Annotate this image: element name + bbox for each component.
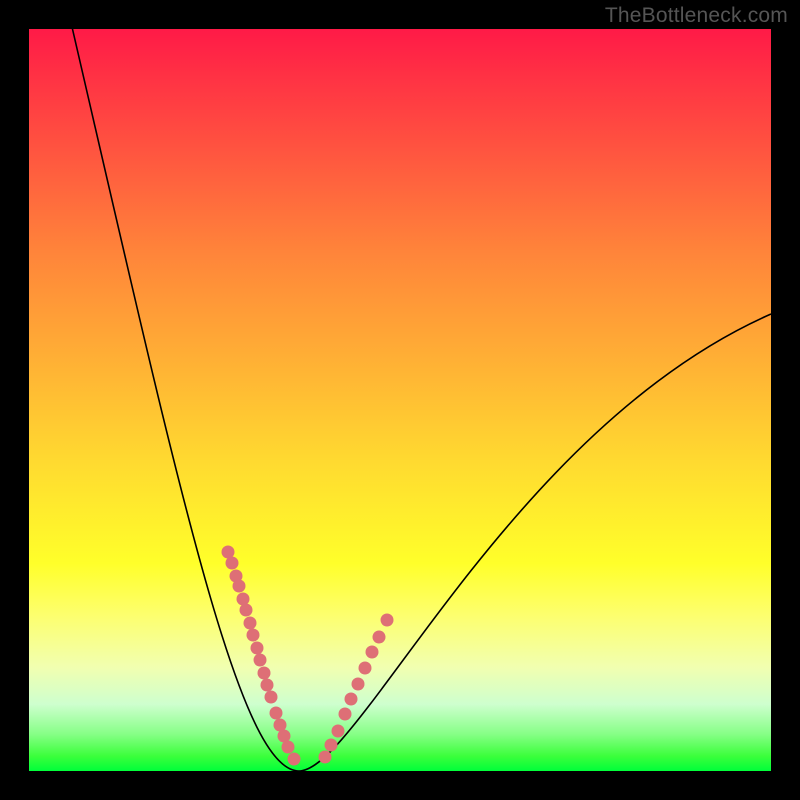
curve-marker xyxy=(251,642,264,655)
watermark-text: TheBottleneck.com xyxy=(605,4,788,28)
curve-marker xyxy=(282,741,295,754)
curve-marker xyxy=(352,678,365,691)
curve-marker xyxy=(226,557,239,570)
curve-marker xyxy=(254,654,267,667)
bottleneck-curve xyxy=(29,29,771,771)
curve-marker xyxy=(345,693,358,706)
curve-marker xyxy=(381,614,394,627)
plot-area xyxy=(29,29,771,771)
curve-marker xyxy=(233,580,246,593)
curve-marker xyxy=(373,631,386,644)
curve-right-branch xyxy=(299,314,771,771)
curve-marker xyxy=(265,691,278,704)
chart-frame: TheBottleneck.com xyxy=(0,0,800,800)
curve-marker xyxy=(319,751,332,764)
curve-marker xyxy=(244,617,257,630)
curve-marker xyxy=(359,662,372,675)
curve-markers xyxy=(222,546,394,766)
curve-marker xyxy=(339,708,352,721)
curve-marker xyxy=(366,646,379,659)
curve-marker xyxy=(325,739,338,752)
curve-marker xyxy=(261,679,274,692)
curve-marker xyxy=(270,707,283,720)
curve-marker xyxy=(247,629,260,642)
curve-marker xyxy=(258,667,271,680)
curve-marker xyxy=(332,725,345,738)
curve-marker xyxy=(237,593,250,606)
curve-marker xyxy=(240,604,253,617)
curve-marker xyxy=(288,753,301,766)
